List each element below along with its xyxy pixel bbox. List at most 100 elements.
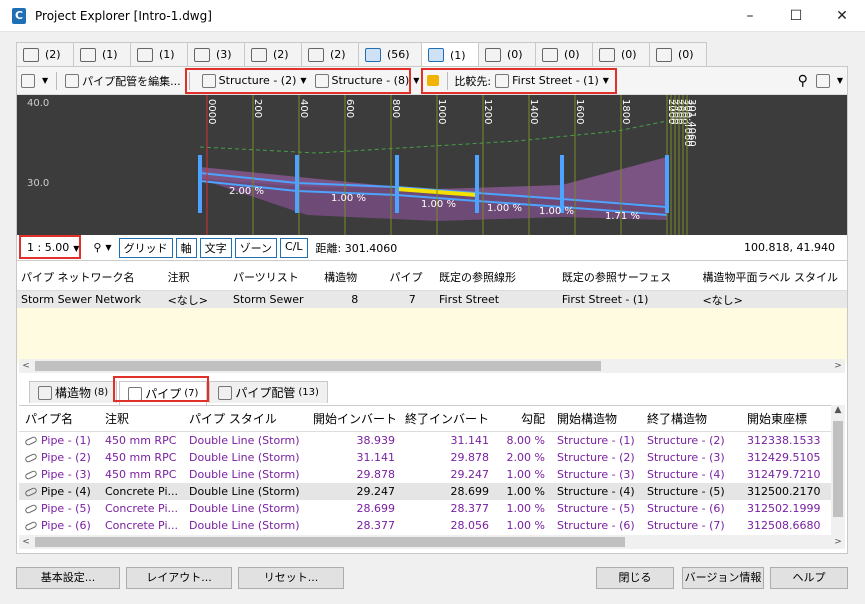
zoom-icon[interactable]: ⚲ ▼ <box>89 237 115 259</box>
slope-label: 2.00 % <box>229 186 264 197</box>
scale-dropdown[interactable]: 1 : 5.00 ▼ <box>23 240 83 255</box>
network-column-header[interactable]: パイプ ネットワーク名 <box>17 269 164 285</box>
layout-button[interactable]: レイアウト... <box>126 567 232 589</box>
pipe-column-header[interactable]: 開始インバート <box>313 410 401 427</box>
pipe-row[interactable]: Pipe - (4) Concrete Pi... Double Line (Sto… <box>19 483 845 500</box>
close-button[interactable]: 閉じる <box>596 567 674 589</box>
view-options-button[interactable]: ▼ <box>812 70 847 92</box>
network-cell: First Street - (1) <box>561 293 649 306</box>
network-column-header[interactable]: パーツリスト <box>229 269 320 285</box>
structure-marker <box>560 155 564 213</box>
object-tab[interactable]: (1) <box>130 42 188 66</box>
network-column-header[interactable]: 構造物平面ラベル スタイル <box>698 269 847 285</box>
network-column-header[interactable]: 注釈 <box>164 269 229 285</box>
object-tab[interactable]: (2) <box>16 42 74 66</box>
pipe-column-header[interactable]: 開始東座標 <box>741 410 827 427</box>
pipe-column-header[interactable]: パイプ名 <box>19 410 99 427</box>
app-icon: C <box>12 7 26 24</box>
settings-button[interactable]: 基本設定... <box>16 567 120 589</box>
object-tab[interactable]: (0) <box>535 42 593 66</box>
object-tab[interactable]: (56) <box>358 42 422 66</box>
pipe-column-header[interactable]: 勾配 <box>495 410 551 427</box>
new-button[interactable]: ▼ <box>17 70 52 92</box>
structure-marker <box>395 155 399 213</box>
parcel-icon <box>251 47 267 62</box>
object-type-tabs: (2) (1) (1) (3) (2) (2) (56) (1) (0) (0) (0) (0) <box>16 42 848 67</box>
pipe-cell: Pipe - (2) <box>19 451 99 464</box>
end-structure-dropdown[interactable]: Structure - (8) ▼ <box>311 70 424 92</box>
network-column-header[interactable]: パイプ <box>385 269 435 285</box>
pipe-row[interactable]: Pipe - (1) 450 mm RPC Double Line (Storm) 3… <box>19 432 845 449</box>
surface-icon <box>194 47 210 62</box>
object-tab[interactable]: (2) <box>244 42 302 66</box>
station-label: 600 <box>344 99 355 118</box>
profile-toggle-button[interactable]: 文字 <box>199 237 232 258</box>
pipe-cell: Double Line (Storm) <box>189 451 300 464</box>
pipe-cell: 450 mm RPC <box>105 451 177 464</box>
pipe-vscrollbar[interactable]: ▲ <box>831 405 845 535</box>
part-tabs: 構造物 (8) パイプ (7) パイプ配管 (13) <box>29 381 330 405</box>
pipe-icon <box>24 486 38 498</box>
help-button[interactable]: ヘルプ <box>770 567 848 589</box>
pipe-cell: Concrete Pi... <box>105 485 178 498</box>
lock-icon[interactable] <box>427 75 440 86</box>
station-label: 200 <box>252 99 263 118</box>
network-cell: 8 <box>351 293 359 306</box>
pipe-row[interactable]: Pipe - (6) Concrete Pi... Double Line (Sto… <box>19 517 845 534</box>
object-tab-count: (0) <box>564 48 580 61</box>
structure-marker <box>295 155 299 213</box>
pipe-row[interactable]: Pipe - (3) 450 mm RPC Double Line (Storm) 2… <box>19 466 845 483</box>
pipe-icon <box>24 452 38 464</box>
search-icon[interactable]: ⚲ <box>794 70 812 92</box>
network-hscrollbar[interactable]: < > <box>19 359 845 373</box>
profile-toggle-button[interactable]: 軸 <box>175 237 197 258</box>
pipe-row[interactable]: Pipe - (5) Concrete Pi... Double Line (Sto… <box>19 500 845 517</box>
pipe-grid: パイプ名 注釈 パイプ スタイル 開始インバート 終了インバート 勾配 開始構造物 終了構造物… <box>19 405 845 535</box>
object-tab[interactable]: (0) <box>592 42 650 66</box>
object-tab[interactable]: (2) <box>301 42 359 66</box>
part-tab[interactable]: パイプ (7) <box>119 381 208 405</box>
pipe-column-header[interactable]: 終了インバート <box>401 410 495 427</box>
compare-alignment-dropdown[interactable]: First Street - (1) ▼ <box>491 70 613 92</box>
distance-readout: 距離: 301.4060 <box>315 241 398 255</box>
slope-label: 1.00 % <box>331 193 366 204</box>
pipe-cell: 1.00 % <box>506 468 545 481</box>
object-tab[interactable]: (0) <box>478 42 536 66</box>
network-column-header[interactable]: 構造物 <box>320 269 385 285</box>
object-tab[interactable]: (3) <box>187 42 245 66</box>
profile-view[interactable]: 40.0 30.0 0000 200 400 600 800 1000 1200 1400 1600… <box>17 95 847 235</box>
pipe-row[interactable]: Pipe - (2) 450 mm RPC Double Line (Storm) 3… <box>19 449 845 466</box>
pipe-cell: 312508.6680 <box>747 519 821 532</box>
network-row[interactable]: Storm Sewer Network <なし> Storm Sewer 8 7 Firs… <box>17 291 847 308</box>
profile-toggle-button[interactable]: グリッド <box>118 237 173 258</box>
object-tab[interactable]: (1) <box>73 42 131 66</box>
station-label: 1800 <box>620 99 631 124</box>
network-column-header[interactable]: 既定の参照サーフェス <box>558 269 699 285</box>
close-window-button[interactable]: ✕ <box>819 0 865 32</box>
network-cell: 7 <box>408 293 416 306</box>
maximize-button[interactable]: ☐ <box>773 0 819 32</box>
pipe-hscrollbar[interactable]: < > <box>19 535 845 549</box>
pipe-column-header[interactable]: 開始構造物 <box>551 410 641 427</box>
part-tab[interactable]: パイプ配管 (13) <box>209 381 328 403</box>
reset-button[interactable]: リセット... <box>238 567 344 589</box>
version-button[interactable]: バージョン情報 <box>682 567 764 589</box>
profile-toggle-button[interactable]: C/L <box>280 237 308 258</box>
profile-toggle-button[interactable]: ゾーン <box>234 237 278 258</box>
slope-label: 1.71 % <box>605 211 640 222</box>
pipe-column-header[interactable]: パイプ スタイル <box>183 410 313 427</box>
edit-pipe-run-button[interactable]: パイプ配管を編集... <box>61 70 185 92</box>
pipe-cell: Concrete Pi... <box>105 502 178 515</box>
title-bar: C Project Explorer [Intro-1.dwg] – ☐ ✕ <box>0 0 865 32</box>
start-structure-dropdown[interactable]: Structure - (2) ▼ <box>198 70 311 92</box>
pipe-cell: Double Line (Storm) <box>189 434 300 447</box>
network-column-header[interactable]: 既定の参照線形 <box>435 269 558 285</box>
pipe-column-header[interactable]: 注釈 <box>99 410 183 427</box>
coordinate-readout: 100.818, 41.940 <box>744 241 835 254</box>
object-tab[interactable]: (0) <box>649 42 707 66</box>
minimize-button[interactable]: – <box>727 0 773 32</box>
part-tab[interactable]: 構造物 (8) <box>29 381 118 403</box>
object-tab[interactable]: (1) <box>421 42 479 67</box>
pipe-cell: Pipe - (4) <box>19 485 99 498</box>
pipe-column-header[interactable]: 終了構造物 <box>641 410 741 427</box>
